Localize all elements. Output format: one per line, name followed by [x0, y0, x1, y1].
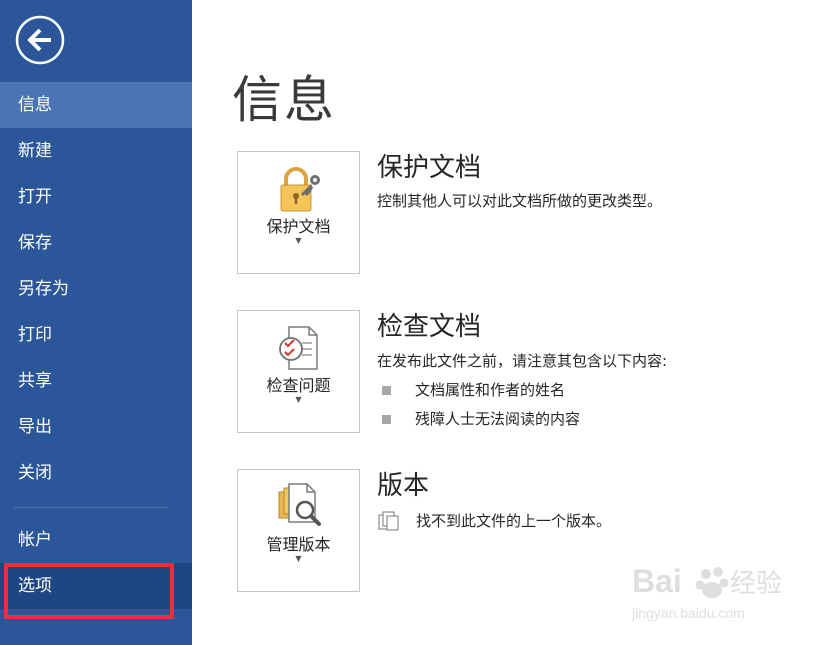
sidebar-item-print[interactable]: 打印 [0, 312, 192, 358]
svg-text:经验: 经验 [730, 569, 782, 599]
sidebar-item-info[interactable]: 信息 [0, 82, 192, 128]
checklist-icon [279, 326, 318, 370]
svg-text:jingyan.baidu.com: jingyan.baidu.com [632, 605, 745, 621]
backstage-sidebar: 信息 新建 打开 保存 另存为 打印 共享 导出 关闭 帐户 选项 [0, 0, 192, 645]
sidebar-item-account[interactable]: 帐户 [0, 517, 192, 563]
manage-versions-tile-label: 管理版本 [266, 535, 331, 554]
bullet-square-icon [382, 386, 391, 395]
sidebar-item-share[interactable]: 共享 [0, 358, 192, 404]
inspect-bullet-item: 残障人士无法阅读的内容 [415, 410, 581, 428]
inspect-bullet-item: 文档属性和作者的姓名 [415, 381, 566, 399]
copy-pages-icon [378, 511, 399, 531]
sidebar-divider [14, 507, 168, 508]
chevron-down-icon: ▼ [295, 395, 302, 404]
bullet-square-icon [382, 415, 391, 424]
sidebar-item-save-as[interactable]: 另存为 [0, 266, 192, 312]
inspect-document-heading: 检查文档 [377, 312, 482, 342]
inspect-document-description: 在发布此文件之前，请注意其包含以下内容: [377, 352, 668, 370]
page-title: 信息 [232, 71, 336, 129]
sidebar-item-close[interactable]: 关闭 [0, 450, 192, 496]
back-arrow-circle-icon [15, 15, 65, 65]
protect-document-description: 控制其他人可以对此文档所做的更改类型。 [377, 192, 663, 210]
protect-document-tile-label: 保护文档 [266, 217, 331, 236]
versions-heading: 版本 [377, 471, 430, 501]
manage-versions-button[interactable]: 管理版本 ▼ [237, 469, 360, 592]
document-versions-magnifier-icon [278, 483, 321, 526]
sidebar-item-open[interactable]: 打开 [0, 174, 192, 220]
protect-document-button[interactable]: 保护文档 ▼ [237, 151, 360, 274]
check-issues-tile-label: 检查问题 [266, 376, 331, 395]
chevron-down-icon: ▼ [295, 236, 302, 245]
sidebar-item-export[interactable]: 导出 [0, 404, 192, 450]
svg-text:Bai: Bai [632, 563, 682, 599]
lock-key-icon [280, 167, 320, 212]
sidebar-item-options[interactable]: 选项 [0, 563, 192, 609]
versions-description: 找不到此文件的上一个版本。 [416, 512, 612, 530]
protect-document-heading: 保护文档 [377, 153, 482, 183]
chevron-down-icon: ▼ [295, 554, 302, 563]
sidebar-item-save[interactable]: 保存 [0, 220, 192, 266]
back-button[interactable] [15, 15, 65, 65]
sidebar-item-new[interactable]: 新建 [0, 128, 192, 174]
baidu-jingyan-watermark: Bai 经验 jingyan.baidu.com [632, 563, 782, 621]
check-issues-button[interactable]: 检查问题 ▼ [237, 310, 360, 433]
